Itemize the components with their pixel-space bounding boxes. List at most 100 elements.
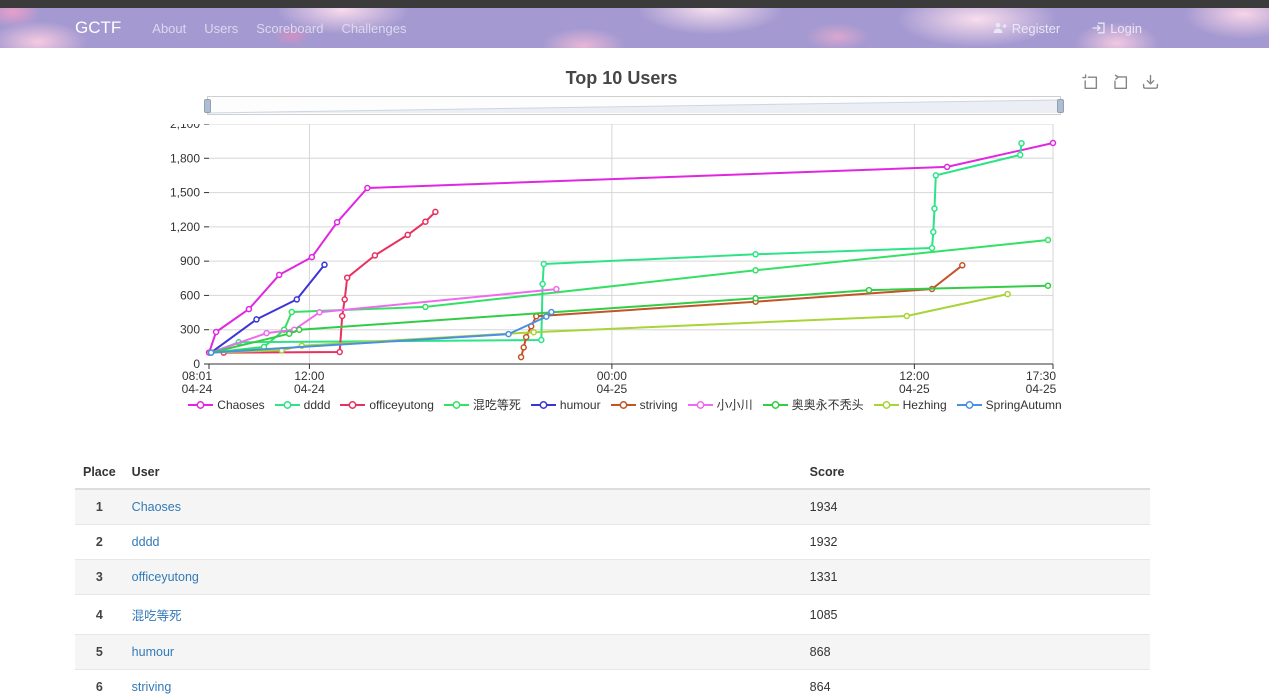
zoom-select-button[interactable] (1082, 74, 1099, 91)
user-cell: officeyutong (124, 560, 802, 595)
legend-marker-icon (688, 400, 713, 410)
data-point (931, 230, 936, 235)
data-point (335, 220, 340, 225)
legend-item-officeyutong[interactable]: officeyutong (340, 398, 434, 412)
download-button[interactable] (1142, 74, 1159, 91)
data-point (246, 307, 251, 312)
legend-label: SpringAutumn (986, 398, 1062, 412)
score-cell: 1085 (802, 595, 1150, 635)
navbar-right: Register Login (984, 21, 1269, 36)
user-cell: dddd (124, 525, 802, 560)
login-link[interactable]: Login (1083, 21, 1151, 36)
data-point (549, 310, 554, 315)
data-point (289, 310, 294, 315)
nav-item-challenges[interactable]: Challenges (332, 21, 415, 36)
user-link[interactable]: officeyutong (132, 570, 199, 584)
table-row: 5humour868 (75, 635, 1150, 670)
legend-marker-icon (340, 400, 365, 410)
user-cell: 混吃等死 (124, 595, 802, 635)
navbar-left: GCTF AboutUsersScoreboardChallenges (0, 18, 415, 38)
line-chart: 03006009001,2001,5001,8002,10008:0104-24… (85, 124, 1165, 396)
data-point (294, 297, 299, 302)
score-cell: 1932 (802, 525, 1150, 560)
legend-label: Hezhing (903, 398, 947, 412)
navbar: GCTF AboutUsersScoreboardChallenges Regi… (0, 8, 1269, 48)
user-link[interactable]: 混吃等死 (132, 609, 182, 623)
nav-item-scoreboard[interactable]: Scoreboard (247, 21, 332, 36)
download-icon (1142, 74, 1159, 91)
nav-item-about[interactable]: About (143, 21, 195, 36)
user-cell: striving (124, 670, 802, 699)
legend-label: officeyutong (369, 398, 434, 412)
data-point (337, 350, 342, 355)
data-point (1005, 292, 1010, 297)
user-plus-icon (993, 22, 1007, 34)
datazoom-slider[interactable] (207, 96, 1061, 115)
data-point (254, 317, 259, 322)
nav-item-users[interactable]: Users (195, 21, 247, 36)
place-cell: 2 (75, 525, 124, 560)
data-point (297, 327, 302, 332)
legend-label: striving (640, 398, 678, 412)
svg-text:300: 300 (180, 323, 200, 337)
data-point (753, 268, 758, 273)
legend-item-dddd[interactable]: dddd (275, 398, 331, 412)
legend-item-混吃等死[interactable]: 混吃等死 (444, 396, 521, 413)
data-point (930, 246, 935, 251)
legend-label: 混吃等死 (473, 396, 521, 413)
score-cell: 1331 (802, 560, 1150, 595)
data-point (209, 350, 214, 355)
svg-text:1,200: 1,200 (170, 220, 200, 234)
data-point (1046, 238, 1051, 243)
data-point (960, 263, 965, 268)
data-point (932, 206, 937, 211)
restore-button[interactable] (1112, 74, 1129, 91)
data-point (544, 314, 549, 319)
data-point (539, 338, 544, 343)
user-link[interactable]: Chaoses (132, 500, 181, 514)
table-row: 1Chaoses1934 (75, 489, 1150, 525)
column-header-score: Score (802, 456, 1150, 489)
place-cell: 3 (75, 560, 124, 595)
chart-toolbox (1082, 74, 1159, 91)
data-point (309, 255, 314, 260)
data-point (933, 173, 938, 178)
legend-label: dddd (304, 398, 331, 412)
datazoom-right-handle[interactable] (1057, 99, 1064, 113)
data-point (554, 287, 559, 292)
column-header-user: User (124, 456, 802, 489)
series-line-striving (521, 265, 962, 357)
data-point (945, 164, 950, 169)
data-point (541, 262, 546, 267)
legend-label: Chaoses (217, 398, 264, 412)
place-cell: 1 (75, 489, 124, 525)
register-link[interactable]: Register (984, 21, 1069, 36)
legend-item-humour[interactable]: humour (531, 398, 601, 412)
chart-title: Top 10 Users (199, 68, 1044, 89)
brand-gctf[interactable]: GCTF (75, 18, 121, 38)
user-link[interactable]: humour (132, 645, 174, 659)
datazoom-left-handle[interactable] (204, 99, 211, 113)
user-link[interactable]: striving (132, 680, 172, 694)
series-line-Hezhing (211, 294, 1008, 353)
legend-item-奥奥永不秃头[interactable]: 奥奥永不秃头 (763, 396, 864, 413)
data-point (1051, 141, 1056, 146)
data-point (322, 262, 327, 267)
score-cell: 868 (802, 635, 1150, 670)
table-row: 3 officeyutong 1331 (75, 560, 1150, 595)
legend-item-SpringAutumn[interactable]: SpringAutumn (957, 398, 1062, 412)
legend-item-Hezhing[interactable]: Hezhing (874, 398, 947, 412)
table-row: 4 混吃等死 1085 (75, 595, 1150, 635)
svg-text:12:00: 12:00 (899, 369, 929, 383)
legend-item-Chaoses[interactable]: Chaoses (188, 398, 264, 412)
user-link[interactable]: dddd (132, 535, 160, 549)
svg-text:1,800: 1,800 (170, 151, 200, 165)
svg-text:00:00: 00:00 (597, 369, 627, 383)
data-point (287, 331, 292, 336)
svg-text:08:01: 08:01 (182, 369, 212, 383)
data-point (1018, 152, 1023, 157)
legend-item-小小川[interactable]: 小小川 (688, 396, 753, 413)
legend-item-striving[interactable]: striving (611, 398, 678, 412)
data-point (423, 304, 428, 309)
place-cell: 4 (75, 595, 124, 635)
